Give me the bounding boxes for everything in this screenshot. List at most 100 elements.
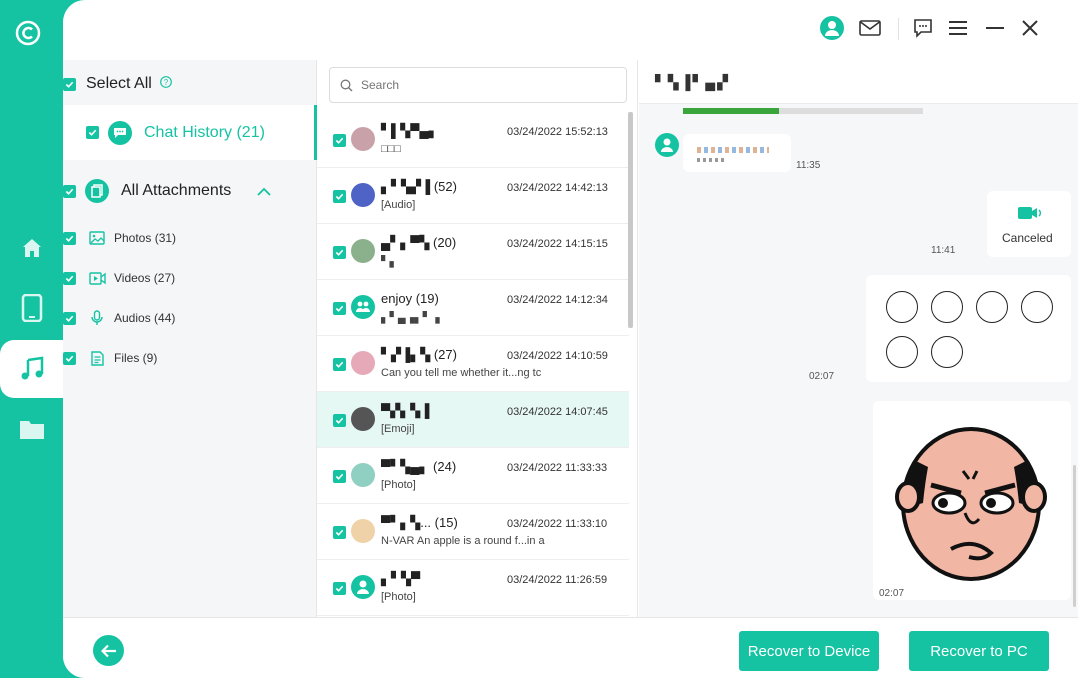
files-item[interactable]: Files (9) <box>63 346 157 370</box>
list-scrollbar[interactable] <box>628 112 633 328</box>
search-icon <box>340 79 353 91</box>
avatar <box>351 351 375 375</box>
chat-list-pane: ▘▌▚▀▄▖ 03/24/2022 15:52:13 □□□ ▖▘▚▞▐ (52… <box>317 60 638 617</box>
phone-icon <box>21 294 42 322</box>
app-window: Select All ? Chat History (21) All Attac… <box>0 0 1078 678</box>
svg-text:?: ? <box>164 78 169 87</box>
category-tree: Select All ? Chat History (21) All Attac… <box>63 60 317 617</box>
call-status: Canceled <box>1002 231 1053 245</box>
select-all-checkbox[interactable] <box>63 77 76 91</box>
item-checkbox[interactable] <box>333 470 346 483</box>
list-item[interactable]: ▖▘▚▀ 03/24/2022 11:26:59 [Photo] <box>317 560 629 616</box>
photos-checkbox[interactable] <box>63 231 76 245</box>
list-item[interactable]: ▀▘▚▄▖ (24) 03/24/2022 11:33:33 [Photo] <box>317 448 629 504</box>
list-item[interactable]: ▀▞▖▚▐ 03/24/2022 14:07:45 [Emoji] <box>317 392 629 448</box>
select-all-label: Select All <box>86 75 152 92</box>
video-camera-icon <box>1018 207 1041 219</box>
chat-preview: [Audio] <box>381 199 416 211</box>
emoji-icon <box>931 336 963 368</box>
conversation-pane: ▘▚▐▘▄▞ 11:35 Canceled 11:41 02:07 02:07 <box>639 60 1078 617</box>
chat-bubble-icon <box>914 19 932 38</box>
list-item[interactable]: ▘▌▚▀▄▖ 03/24/2022 15:52:13 □□□ <box>317 112 629 168</box>
chat-history-label: Chat History (21) <box>144 123 265 141</box>
chat-date: 03/24/2022 11:33:10 <box>507 518 608 530</box>
emoji-icon <box>886 291 918 323</box>
microphone-icon <box>88 309 106 327</box>
feedback-button[interactable] <box>911 16 935 40</box>
chat-date: 03/24/2022 11:26:59 <box>507 574 608 586</box>
conversation-header: ▘▚▐▘▄▞ <box>639 60 1078 104</box>
list-item[interactable]: ▀▘▖▚... (15) 03/24/2022 11:33:10 N-VAR A… <box>317 504 629 560</box>
help-icon[interactable]: ? <box>159 75 172 93</box>
chat-history-checkbox[interactable] <box>86 126 99 139</box>
photos-item[interactable]: Photos (31) <box>63 226 176 250</box>
avatar <box>351 463 375 487</box>
audios-checkbox[interactable] <box>63 311 76 325</box>
photos-label: Photos (31) <box>114 231 177 245</box>
menu-button[interactable] <box>946 16 970 40</box>
folder-nav-button[interactable] <box>0 400 63 458</box>
avatar <box>351 127 375 151</box>
chat-name: ▄▘▖▀▚ (20) <box>381 235 457 250</box>
chat-date: 03/24/2022 14:10:59 <box>507 350 608 362</box>
music-nav-button[interactable] <box>0 340 63 398</box>
chevron-up-icon[interactable] <box>257 183 271 201</box>
list-item[interactable]: ▖▘▚▞▐ (52) 03/24/2022 14:42:13 [Audio] <box>317 168 629 224</box>
item-checkbox[interactable] <box>333 358 346 371</box>
emoji-icon <box>976 291 1008 323</box>
conversation-scrollbar[interactable] <box>1073 465 1076 607</box>
item-checkbox[interactable] <box>333 246 346 259</box>
item-checkbox[interactable] <box>333 526 346 539</box>
home-nav-button[interactable] <box>0 219 63 277</box>
device-nav-button[interactable] <box>0 279 63 337</box>
chat-preview: □□□ <box>381 143 401 155</box>
chat-history-icon <box>108 120 132 145</box>
main-panel: Select All ? Chat History (21) All Attac… <box>63 0 1078 678</box>
list-item[interactable]: enjoy (19) 03/24/2022 14:12:34 ▖▘▄▗▖▘▗ <box>317 280 629 336</box>
recover-to-pc-button[interactable]: Recover to PC <box>909 631 1049 671</box>
chat-name: ▖▘▚▞▐ (52) <box>381 179 457 194</box>
message-time: 11:35 <box>796 160 821 171</box>
conversation-title: ▘▚▐▘▄▞ <box>655 74 730 90</box>
chat-date: 03/24/2022 15:52:13 <box>507 126 608 138</box>
mail-button[interactable] <box>858 16 882 40</box>
home-icon <box>22 239 41 257</box>
recover-to-device-button[interactable]: Recover to Device <box>739 631 879 671</box>
close-button[interactable] <box>1018 16 1042 40</box>
files-label: Files (9) <box>114 351 158 365</box>
emoji-icon <box>1021 291 1053 323</box>
account-button[interactable] <box>820 16 844 40</box>
chat-name: ▀▘▚▄▖ (24) <box>381 459 457 474</box>
chat-preview: ▖▘▄▗▖▘▗ <box>381 312 440 324</box>
video-icon <box>88 269 106 287</box>
toolbar-divider <box>898 18 899 40</box>
audios-item[interactable]: Audios (44) <box>63 306 175 330</box>
minimize-button[interactable] <box>983 16 1007 40</box>
app-logo-icon <box>14 19 42 47</box>
all-attachments-item[interactable]: All Attachments <box>63 175 294 207</box>
list-item[interactable]: ▄▘▖▀▚ (20) 03/24/2022 14:15:15 ▘▖ <box>317 224 629 280</box>
chat-name: ▀▘▖▚... (15) <box>381 515 458 530</box>
item-checkbox[interactable] <box>333 190 346 203</box>
select-all-row[interactable]: Select All ? <box>63 72 172 96</box>
attachments-icon <box>85 179 109 203</box>
videos-item[interactable]: Videos (27) <box>63 266 175 290</box>
item-checkbox[interactable] <box>333 414 346 427</box>
item-checkbox[interactable] <box>333 582 346 595</box>
search-box[interactable] <box>329 67 627 103</box>
item-checkbox[interactable] <box>333 302 346 315</box>
bottom-bar: Recover to Device Recover to PC <box>63 617 1078 678</box>
search-input[interactable] <box>361 78 601 92</box>
voice-progress-bar <box>683 108 923 114</box>
music-note-icon <box>21 356 43 380</box>
group-avatar-icon <box>351 295 375 319</box>
videos-checkbox[interactable] <box>63 271 76 285</box>
files-checkbox[interactable] <box>63 351 76 365</box>
user-avatar-icon <box>351 575 375 599</box>
sender-avatar-icon <box>655 133 679 157</box>
item-checkbox[interactable] <box>333 134 346 147</box>
chat-history-item[interactable]: Chat History (21) <box>63 105 317 160</box>
back-button[interactable] <box>93 635 124 666</box>
all-attachments-checkbox[interactable] <box>63 184 76 198</box>
list-item[interactable]: ▘▞▐▖▚ (27) 03/24/2022 14:10:59 Can you t… <box>317 336 629 392</box>
